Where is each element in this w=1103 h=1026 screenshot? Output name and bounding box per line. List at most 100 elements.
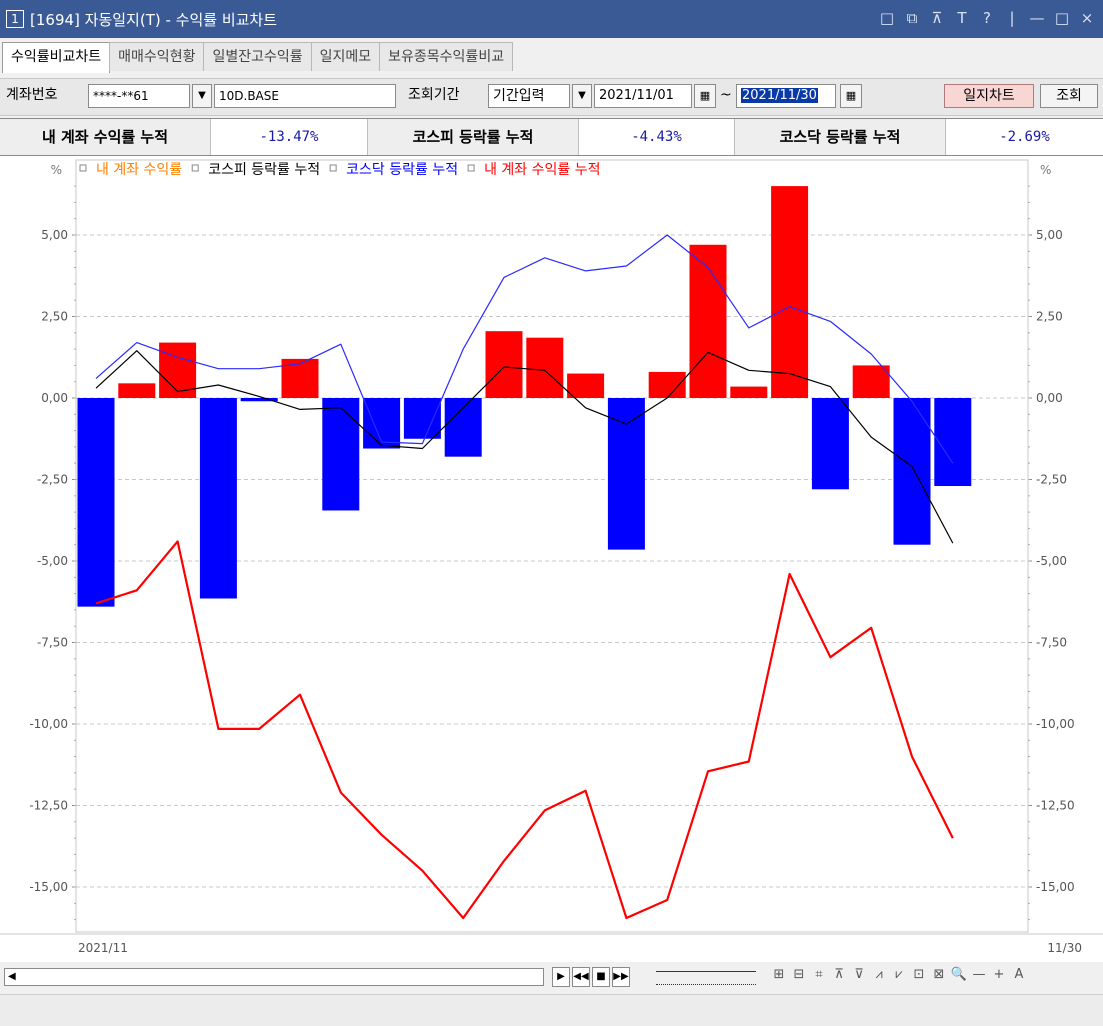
y-tick-label-left: -7,50 [37,636,68,650]
chart-bottom-bar: ◀ ▶ ◀◀ ■ ▶▶ ⊞ ⊟ ⌗ ⊼ ⊽ ⩘ ⩗ ⊡ ⊠ 🔍 — + A [0,963,1103,991]
y-tick-label-right: -12,50 [1036,799,1075,813]
period-mode-select[interactable]: 기간입력 [488,84,570,108]
zoom-icon[interactable]: 🔍 [950,967,968,982]
bar-daily-return[interactable] [77,398,115,607]
line-draw-icon[interactable]: ⩘ [870,967,888,982]
y-tick-label-left: 0,00 [41,391,68,405]
stop-icon[interactable]: ■ [592,967,610,987]
tile-icon[interactable]: ⧉ [904,9,920,27]
account-number-field[interactable]: ****-**61 [88,84,190,108]
legend-label: 내 계좌 수익률 누적 [484,162,600,178]
bar-daily-return[interactable] [118,383,156,398]
minus-box-icon[interactable]: ⊟ [790,967,808,982]
tab-bar: 수익률비교차트 매매수익현황 일별잔고수익률 일지메모 보유종목수익률비교 [0,42,514,73]
save-icon[interactable]: ⊠ [930,967,948,982]
summary-bar: 내 계좌 수익률 누적 -13.47% 코스피 등락률 누적 -4.43% 코스… [0,118,1103,156]
account-dropdown-icon[interactable]: ▼ [192,84,212,108]
return-comparison-chart[interactable]: 5,00 5,00 2,50 2,50 0,00 0,00 -2,50 -2,50 -5,00 -… [0,156,1103,962]
bar-daily-return[interactable] [526,337,564,398]
tab-daily-balance-return[interactable]: 일별잔고수익률 [203,42,312,71]
journal-chart-button[interactable]: 일지차트 [944,84,1034,108]
y-tick-label-right: -10,00 [1036,717,1075,731]
status-bar [0,994,1103,1026]
chart-tools: ⊞ ⊟ ⌗ ⊼ ⊽ ⩘ ⩗ ⊡ ⊠ 🔍 — + A [770,967,1028,982]
grid-icon[interactable]: ⊞ [770,967,788,982]
window-controls: □ ⧉ ⊼ T ? | — □ × [879,9,1095,27]
font-size-icon[interactable]: T [954,9,970,27]
my-return-label: 내 계좌 수익률 누적 [0,119,211,155]
bar-daily-return[interactable] [852,365,890,398]
x-tick-label-start: 2021/11 [78,941,128,955]
legend-marker [329,164,337,172]
print-icon[interactable]: ⊡ [910,967,928,982]
date-to-value: 2021/11/30 [741,88,818,103]
bar-daily-return[interactable] [199,398,237,599]
tab-journal-memo[interactable]: 일지메모 [310,42,381,71]
y-tick-label-right: -5,00 [1036,554,1067,568]
kosdaq-value: -2.69% [999,129,1050,145]
bar-daily-return[interactable] [730,386,768,398]
maximize-icon[interactable]: □ [1054,9,1070,27]
period-dropdown-icon[interactable]: ▼ [572,84,592,108]
bar-daily-return[interactable] [281,358,319,398]
y-tick-label-right: 0,00 [1036,391,1063,405]
fast-forward-icon[interactable]: ▶▶ [612,967,630,987]
rewind-icon[interactable]: ◀◀ [572,967,590,987]
close-icon[interactable]: × [1079,9,1095,27]
bar-daily-return[interactable] [771,186,809,398]
bar-daily-return[interactable] [322,398,360,511]
legend-marker [191,164,199,172]
y-tick-label-left: -10,00 [29,717,68,731]
date-to-field[interactable]: 2021/11/30 [736,84,836,108]
date-separator: ~ [720,87,732,103]
pin-icon[interactable]: ⊼ [929,9,945,27]
bar-daily-return[interactable] [934,398,972,487]
bar-daily-return[interactable] [444,398,482,457]
y-tick-label-right: 5,00 [1036,228,1063,242]
play-icon[interactable]: ▶ [552,967,570,987]
zoom-out-icon[interactable]: — [970,967,988,982]
bar-daily-return[interactable] [567,373,605,398]
zoom-in-icon[interactable]: + [990,967,1008,982]
bar-daily-return[interactable] [403,398,441,439]
legend-marker [79,164,87,172]
date-from-field[interactable]: 2021/11/01 [594,84,692,108]
legend-marker [467,164,475,172]
help-icon[interactable]: ? [979,9,995,27]
y-tick-label-left: -12,50 [29,799,68,813]
my-return-value: -13.47% [211,119,368,155]
window-title-bar: 1 [1694] 자동일지(T) - 수익률 비교차트 □ ⧉ ⊼ T ? | … [0,0,1103,38]
zoom-slider[interactable] [656,971,756,985]
layout-icon[interactable]: ⌗ [810,967,828,982]
bar-daily-return[interactable] [811,398,849,490]
trend-down-icon[interactable]: ⊽ [850,967,868,982]
calendar-icon[interactable]: ▦ [694,84,716,108]
minimize-icon[interactable]: — [1029,9,1045,27]
bar-daily-return[interactable] [648,371,686,398]
y-tick-label-right: -2,50 [1036,473,1067,487]
y-unit-label-left: % [51,163,62,177]
window-number-badge: 1 [6,10,24,28]
chart-scrollbar[interactable]: ◀ [4,968,544,986]
account-name-field[interactable]: 10D.BASE [214,84,396,108]
tab-holdings-return-comparison[interactable]: 보유종목수익률비교 [379,42,514,71]
text-tool-icon[interactable]: A [1010,967,1028,982]
trend-up-icon[interactable]: ⊼ [830,967,848,982]
calendar-icon[interactable]: ▦ [840,84,862,108]
tab-return-comparison-chart[interactable]: 수익률비교차트 [2,42,111,73]
account-label: 계좌번호 [6,87,58,103]
scroll-left-icon[interactable]: ◀ [8,971,16,982]
tab-trade-profit-status[interactable]: 매매수익현황 [109,42,205,71]
bar-daily-return[interactable] [485,331,523,398]
legend-label: 코스닥 등락률 누적 [346,162,458,178]
kosdaq-label: 코스닥 등락률 누적 [735,119,946,155]
x-tick-label-end: 11/30 [1047,941,1082,955]
search-button[interactable]: 조회 [1040,84,1098,108]
y-tick-label-left: -2,50 [37,473,68,487]
legend-label: 내 계좌 수익률 [96,162,182,178]
restore-icon[interactable]: □ [879,9,895,27]
period-label: 조회기간 [408,87,460,103]
kospi-value: -4.43% [579,119,735,155]
bar-daily-return[interactable] [607,398,645,550]
pen-icon[interactable]: ⩗ [890,967,908,982]
